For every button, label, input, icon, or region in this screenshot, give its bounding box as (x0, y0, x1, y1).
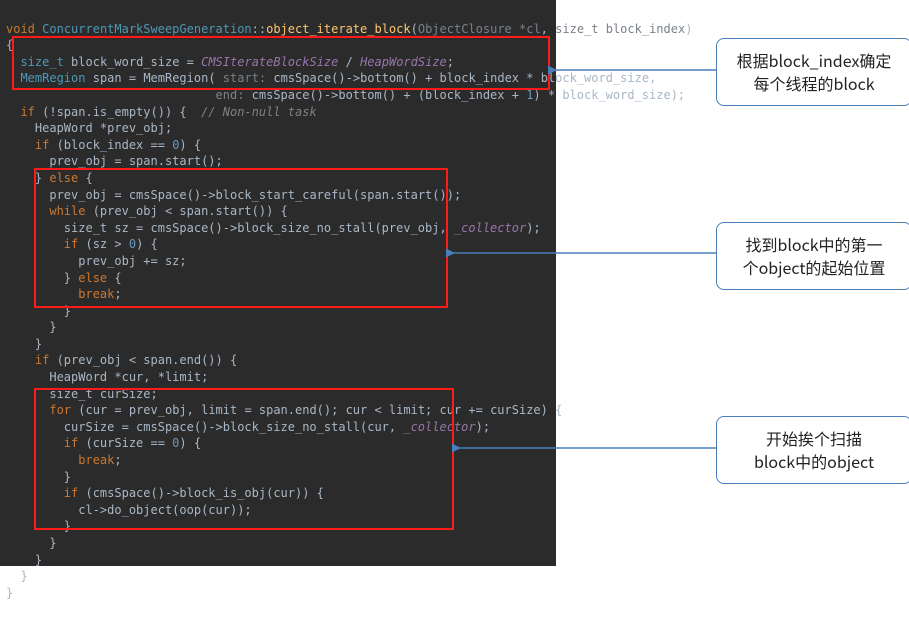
brace-17: } (64, 304, 71, 318)
hint-end: end: (216, 88, 245, 102)
fn-name: object_iterate_block (266, 22, 411, 36)
decl-curSize: size_t curSize; (49, 387, 157, 401)
close-brace1: ) { (179, 138, 201, 152)
arg-end-tail: ) * block_word_size); (533, 88, 685, 102)
type-memregion: MemRegion (20, 71, 85, 85)
cond-idx0: (block_index == (49, 138, 172, 152)
hint-start: start: (216, 71, 267, 85)
brace-19: } (35, 337, 42, 351)
kw-if3: if (64, 237, 78, 251)
kw-break2: break (78, 453, 114, 467)
callout-2-line2: 个object的起始位置 (743, 255, 886, 279)
callout-3-line1: 开始挨个扫描 (766, 426, 862, 450)
kw-for: for (49, 403, 71, 417)
cond-empty: (!span.is_empty()) { (35, 105, 187, 119)
line-bsc: prev_obj = cmsSpace()->block_start_caref… (49, 188, 461, 202)
semi2: ; (114, 287, 121, 301)
callout-1-line2: 每个线程的block (753, 71, 874, 95)
kw-if2: if (35, 138, 49, 152)
cond-sz: (sz > (78, 237, 129, 251)
else-close2: } (64, 271, 78, 285)
brace-32: } (35, 553, 42, 567)
class-name: ConcurrentMarkSweepGeneration (42, 22, 252, 36)
brace-27: } (64, 470, 71, 484)
const-hws: HeapWordSize (360, 55, 447, 69)
line-doobj: cl->do_object(oop(cur)); (78, 503, 251, 517)
kw-if6: if (64, 486, 78, 500)
brace-34: } (6, 586, 13, 600)
kw-if: if (20, 105, 34, 119)
semi: ; (447, 55, 454, 69)
num-0b: 0 (129, 237, 136, 251)
kw-else: else (49, 171, 78, 185)
line-inc: prev_obj += sz; (78, 254, 186, 268)
param1-type: ObjectClosure (418, 22, 512, 36)
kw-while: while (49, 204, 85, 218)
arg-end: cmsSpace()->bottom() + (block_index + (244, 88, 526, 102)
callout-2: 找到block中的第一 个object的起始位置 (716, 222, 909, 290)
else-close: } (35, 171, 49, 185)
decl-cur: HeapWord *cur, *limit; (49, 370, 208, 384)
collector2: _collector (403, 420, 475, 434)
brace-31: } (49, 536, 56, 550)
callout-3: 开始挨个扫描 block中的object (716, 416, 909, 484)
kw-if4: if (35, 353, 49, 367)
close-brace2: ) { (136, 237, 158, 251)
kw-break: break (78, 287, 114, 301)
ctor-memregion: MemRegion (143, 71, 208, 85)
kw-void: void (6, 22, 35, 36)
var-bws: block_word_size (71, 55, 179, 69)
close-brace3: ) { (179, 436, 201, 450)
decl-prevobj: HeapWord *prev_obj; (35, 121, 172, 135)
collector: _collector (454, 221, 526, 235)
else-brace: { (78, 171, 92, 185)
const-cms: CMSIterateBlockSize (201, 55, 338, 69)
callout-3-line2: block中的object (754, 449, 874, 473)
while-cond: (prev_obj < span.start()) { (85, 204, 287, 218)
brace-30: } (64, 519, 71, 533)
kw-if5: if (64, 436, 78, 450)
assign-prevobj: prev_obj = span.start(); (49, 154, 222, 168)
comment-nonnull: // Non-null task (187, 105, 317, 119)
line-curSize-post: ); (476, 420, 490, 434)
arrow-1 (550, 60, 720, 80)
for-cond: (cur = prev_obj, limit = span.end(); cur… (71, 403, 562, 417)
var-span: span (93, 71, 122, 85)
param2-name: block_index (606, 22, 685, 36)
eq: = (179, 55, 201, 69)
kw-else2: else (78, 271, 107, 285)
assign: = (122, 71, 144, 85)
brace-18: } (49, 320, 56, 334)
type-size-t: size_t (20, 55, 63, 69)
callout-2-line1: 找到block中的第一 (745, 232, 882, 256)
callout-1: 根据block_index确定 每个线程的block (716, 38, 909, 106)
paren-open: ( (208, 71, 215, 85)
cond-end: (prev_obj < span.end()) { (49, 353, 237, 367)
line-curSize-pre: curSize = cmsSpace()->block_size_no_stal… (64, 420, 404, 434)
line-sz-pre: size_t sz = cmsSpace()->block_size_no_st… (64, 221, 454, 235)
div: / (338, 55, 360, 69)
cond-isobj: (cmsSpace()->block_is_obj(cur)) { (78, 486, 324, 500)
cond-cs0: (curSize == (78, 436, 172, 450)
param1-name: *cl (519, 22, 541, 36)
else-brace2: { (107, 271, 121, 285)
line-sz-post: ); (526, 221, 540, 235)
param2-type: size_t (555, 22, 598, 36)
arrow-3 (454, 438, 718, 458)
code-editor: void ConcurrentMarkSweepGeneration::obje… (0, 0, 556, 566)
brace-33: } (20, 569, 27, 583)
semi3: ; (114, 453, 121, 467)
callout-1-line1: 根据block_index确定 (737, 48, 892, 72)
arrow-2 (448, 243, 718, 263)
